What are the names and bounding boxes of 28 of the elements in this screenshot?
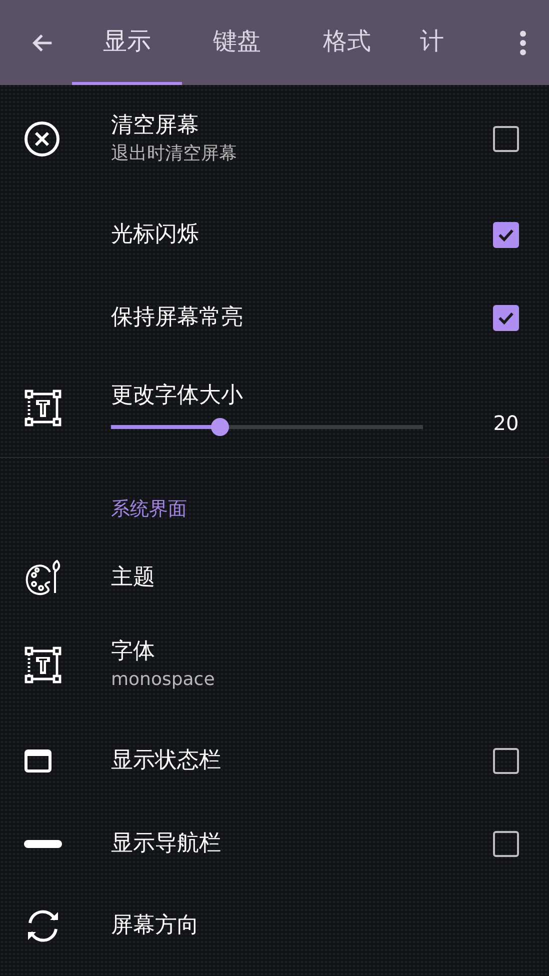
setting-title: 显示导航栏: [111, 830, 221, 858]
setting-subtitle: monospace: [111, 668, 215, 692]
checkbox[interactable]: [493, 222, 519, 248]
setting-title: 光标闪烁: [111, 221, 199, 249]
slider-value: 20: [493, 411, 519, 435]
setting-title: 保持屏幕常亮: [111, 304, 243, 332]
text-box-icon: [24, 389, 62, 427]
setting-title: 更改字体大小: [111, 382, 243, 410]
setting-subtitle: 退出时清空屏幕: [111, 142, 237, 166]
tab[interactable]: 显示: [72, 0, 182, 85]
text-box-icon: [24, 646, 62, 684]
tab[interactable]: 计: [402, 0, 472, 85]
setting-title: 清空屏幕: [111, 112, 199, 140]
checkbox[interactable]: [493, 748, 519, 774]
setting-title: 字体: [111, 638, 155, 666]
setting-title: 屏幕方向: [111, 912, 199, 940]
checkbox[interactable]: [493, 831, 519, 857]
tab[interactable]: 格式: [292, 0, 402, 85]
setting-title: 主题: [111, 564, 155, 592]
more-icon[interactable]: [519, 30, 527, 56]
section-header: 系统界面: [111, 496, 187, 522]
close-circle-icon: [24, 121, 60, 157]
tab[interactable]: 键盘: [182, 0, 292, 85]
checkbox[interactable]: [493, 305, 519, 331]
checkbox[interactable]: [493, 126, 519, 152]
minus-icon: [24, 840, 62, 848]
setting-title: 显示状态栏: [111, 747, 221, 775]
window-icon: [24, 749, 52, 773]
